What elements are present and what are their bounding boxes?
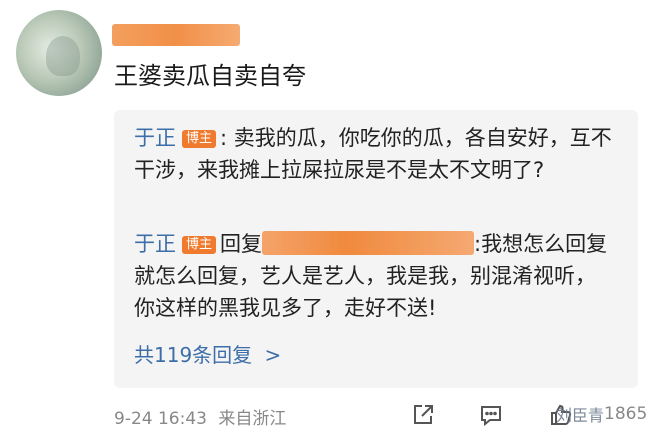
reply-author[interactable]: 于正 xyxy=(134,126,176,150)
reply-author[interactable]: 于正 xyxy=(134,232,176,256)
chevron-right-icon: > xyxy=(264,343,282,367)
blogger-badge: 博主 xyxy=(182,130,217,148)
comment-time: 9-24 16:43 xyxy=(114,409,207,429)
avatar[interactable] xyxy=(16,10,102,96)
watermark: 刘臣青 xyxy=(556,406,605,425)
comment-text: 王婆卖瓜自卖自夸 xyxy=(114,62,306,90)
share-icon xyxy=(414,405,433,424)
comment-location: 来自浙江 xyxy=(218,409,287,429)
reply-prefix: 回复 xyxy=(220,232,263,256)
reply-target-redaction xyxy=(262,231,475,255)
more-replies-link[interactable]: 共119条回复 > xyxy=(134,339,281,368)
comment-button[interactable] xyxy=(478,402,504,428)
blogger-badge: 博主 xyxy=(182,236,217,254)
username-redaction xyxy=(112,24,240,46)
comment-icon xyxy=(481,406,501,427)
more-replies-label: 共119条回复 xyxy=(134,343,253,367)
reply-box: 于正 博主: 卖我的瓜，你吃你的瓜，各自安好，互不干涉，来我摊上拉屎拉尿是不是太不… xyxy=(114,110,638,388)
share-button[interactable] xyxy=(410,402,436,428)
reply-item: 于正 博主: 卖我的瓜，你吃你的瓜，各自安好，互不干涉，来我摊上拉屎拉尿是不是太不… xyxy=(134,122,616,186)
reply-item: 于正 博主 回复:我想怎么回复就怎么回复，艺人是艺人，我是我，别混淆视听，你这样的黑… xyxy=(134,228,616,324)
like-count: 1865 xyxy=(604,404,648,424)
comment-meta: 9-24 16:43 来自浙江 xyxy=(114,404,286,429)
